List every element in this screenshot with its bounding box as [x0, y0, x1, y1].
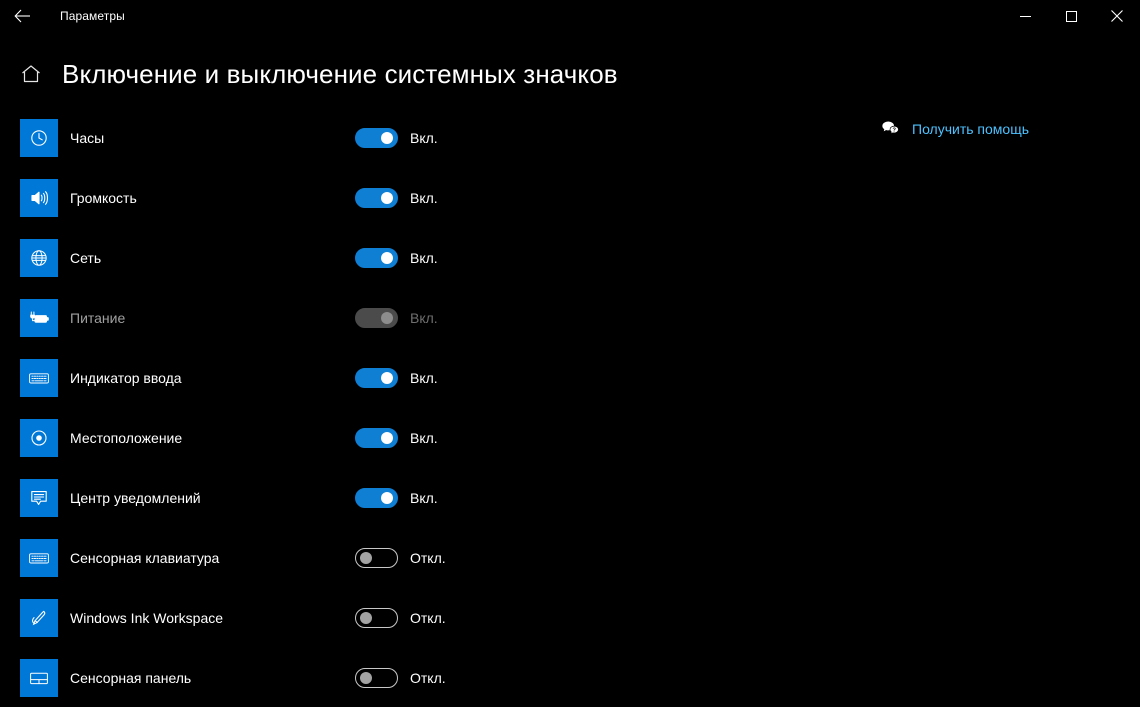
- setting-label: Сенсорная клавиатура: [70, 550, 220, 566]
- close-button[interactable]: [1094, 0, 1140, 32]
- setting-toggle[interactable]: [355, 548, 398, 568]
- setting-label: Местоположение: [70, 430, 183, 446]
- setting-label: Сенсорная панель: [70, 670, 192, 686]
- setting-toggle[interactable]: [355, 428, 398, 448]
- app-title: Параметры: [60, 9, 125, 23]
- maximize-icon: [1065, 10, 1077, 22]
- back-arrow-icon: [13, 9, 31, 23]
- toggle-knob: [381, 432, 393, 444]
- setting-label: Питание: [70, 310, 126, 326]
- back-button[interactable]: [0, 0, 44, 32]
- setting-toggle[interactable]: [355, 188, 398, 208]
- setting-row: Центр уведомлений Вкл.: [0, 468, 700, 528]
- setting-row: Индикатор ввода Вкл.: [0, 348, 700, 408]
- maximize-button[interactable]: [1048, 0, 1094, 32]
- setting-toggle[interactable]: [355, 128, 398, 148]
- toggle-knob: [360, 552, 372, 564]
- setting-label: Windows Ink Workspace: [70, 610, 224, 626]
- get-help-panel[interactable]: ? Получить помощь: [880, 118, 1029, 140]
- get-help-link[interactable]: Получить помощь: [912, 121, 1029, 137]
- toggle-state-label: Вкл.: [410, 250, 438, 266]
- toggle-knob: [360, 672, 372, 684]
- toggle-group: Вкл.: [355, 248, 438, 268]
- touch-keyboard-icon: [20, 539, 58, 577]
- help-chat-icon: ?: [880, 118, 902, 140]
- setting-row: Часы Вкл.: [0, 108, 700, 168]
- page-header: Включение и выключение системных значков: [0, 52, 1140, 96]
- pen-ink-icon: [20, 599, 58, 637]
- toggle-knob: [381, 192, 393, 204]
- toggle-state-label: Откл.: [410, 550, 446, 566]
- clock-icon: [20, 119, 58, 157]
- toggle-state-label: Вкл.: [410, 370, 438, 386]
- setting-label: Индикатор ввода: [70, 370, 182, 386]
- toggle-group: Вкл.: [355, 128, 438, 148]
- setting-toggle: [355, 308, 398, 328]
- toggle-state-label: Вкл.: [410, 490, 438, 506]
- toggle-group: Вкл.: [355, 308, 438, 328]
- page-title: Включение и выключение системных значков: [62, 58, 618, 89]
- toggle-knob: [381, 132, 393, 144]
- minimize-icon: [1019, 11, 1031, 22]
- toggle-knob: [381, 312, 393, 324]
- setting-row: Местоположение Вкл.: [0, 408, 700, 468]
- toggle-group: Вкл.: [355, 368, 438, 388]
- battery-power-icon: [20, 299, 58, 337]
- location-icon: [20, 419, 58, 457]
- close-icon: [1111, 10, 1123, 22]
- setting-row: Сеть Вкл.: [0, 228, 700, 288]
- svg-text:?: ?: [892, 127, 896, 133]
- setting-row: Сенсорная панель Откл.: [0, 648, 700, 707]
- touchpad-icon: [20, 659, 58, 697]
- setting-row: Громкость Вкл.: [0, 168, 700, 228]
- toggle-knob: [360, 612, 372, 624]
- toggle-knob: [381, 492, 393, 504]
- toggle-group: Вкл.: [355, 488, 438, 508]
- toggle-state-label: Откл.: [410, 610, 446, 626]
- toggle-group: Откл.: [355, 548, 446, 568]
- setting-row: Windows Ink Workspace Откл.: [0, 588, 700, 648]
- home-icon[interactable]: [18, 61, 44, 87]
- setting-toggle[interactable]: [355, 248, 398, 268]
- setting-row: Питание Вкл.: [0, 288, 700, 348]
- toggle-group: Откл.: [355, 668, 446, 688]
- toggle-state-label: Откл.: [410, 670, 446, 686]
- toggle-group: Вкл.: [355, 188, 438, 208]
- network-globe-icon: [20, 239, 58, 277]
- setting-label: Центр уведомлений: [70, 490, 201, 506]
- setting-label: Громкость: [70, 190, 137, 206]
- toggle-group: Откл.: [355, 608, 446, 628]
- toggle-state-label: Вкл.: [410, 130, 438, 146]
- toggle-state-label: Вкл.: [410, 430, 438, 446]
- toggle-group: Вкл.: [355, 428, 438, 448]
- volume-icon: [20, 179, 58, 217]
- title-bar: Параметры: [0, 0, 1140, 32]
- setting-toggle[interactable]: [355, 668, 398, 688]
- toggle-knob: [381, 252, 393, 264]
- minimize-button[interactable]: [1002, 0, 1048, 32]
- setting-toggle[interactable]: [355, 368, 398, 388]
- notification-icon: [20, 479, 58, 517]
- setting-label: Сеть: [70, 250, 102, 266]
- content-area: Часы Вкл. Громкость Вкл. Сеть Вкл. Питание Вкл.…: [0, 108, 1140, 707]
- toggle-knob: [381, 372, 393, 384]
- toggle-state-label: Вкл.: [410, 190, 438, 206]
- system-icons-list: Часы Вкл. Громкость Вкл. Сеть Вкл. Питание Вкл.…: [0, 108, 700, 707]
- setting-label: Часы: [70, 130, 105, 146]
- setting-row: Сенсорная клавиатура Откл.: [0, 528, 700, 588]
- setting-toggle[interactable]: [355, 488, 398, 508]
- keyboard-icon: [20, 359, 58, 397]
- window-controls: [1002, 0, 1140, 32]
- toggle-state-label: Вкл.: [410, 310, 438, 326]
- setting-toggle[interactable]: [355, 608, 398, 628]
